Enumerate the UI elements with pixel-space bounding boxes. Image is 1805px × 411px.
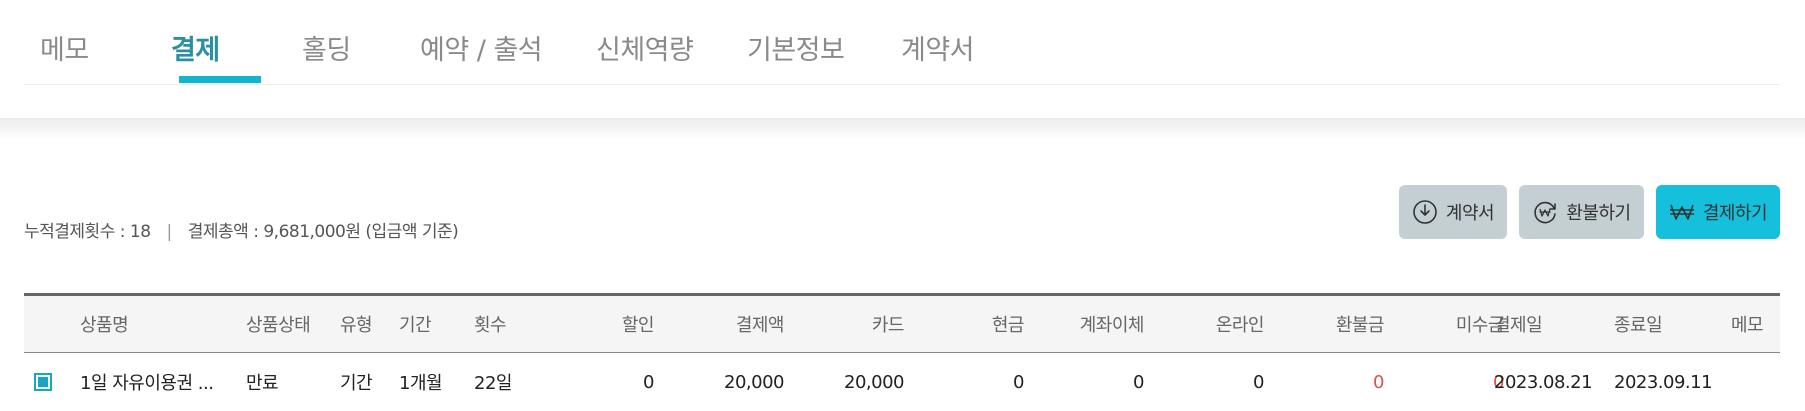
cell-online: 0 bbox=[1253, 371, 1264, 393]
cell-type: 기간 bbox=[340, 373, 373, 394]
header-pay-date: 결제일 bbox=[1494, 315, 1543, 336]
header-product: 상품명 bbox=[80, 315, 129, 336]
payment-count: 누적결제횟수 : 18 bbox=[24, 222, 151, 242]
tab-contract[interactable]: 계약서 bbox=[901, 28, 975, 67]
cell-discount: 0 bbox=[643, 371, 654, 393]
table-row[interactable]: 1일 자유이용권 ... 만료 기간 1개월 22일 0 20,000 20,0… bbox=[24, 353, 1780, 411]
header-status: 상품상태 bbox=[246, 315, 311, 336]
tab-payment[interactable]: 결제 bbox=[171, 28, 220, 67]
header-discount: 할인 bbox=[621, 315, 655, 336]
header-card: 카드 bbox=[871, 315, 905, 336]
header-cash: 현금 bbox=[991, 315, 1025, 336]
cell-count: 22일 bbox=[474, 373, 512, 394]
cell-cash: 0 bbox=[1013, 371, 1024, 393]
cell-amount: 20,000 bbox=[724, 371, 784, 393]
cell-period: 1개월 bbox=[399, 373, 443, 394]
download-circle-icon bbox=[1413, 200, 1437, 224]
contract-button[interactable]: 계약서 bbox=[1399, 185, 1507, 239]
cell-product[interactable]: 1일 자유이용권 ... bbox=[80, 353, 214, 411]
payment-total: 결제총액 : 9,681,000원 (입금액 기준) bbox=[187, 222, 459, 242]
section-divider bbox=[0, 118, 1805, 140]
summary-separator: | bbox=[166, 222, 173, 242]
cell-status: 만료 bbox=[246, 373, 279, 394]
tab-holding[interactable]: 홀딩 bbox=[302, 28, 351, 67]
tab-reservation-attendance[interactable]: 예약 / 출석 bbox=[420, 28, 543, 67]
refund-circle-icon bbox=[1534, 201, 1557, 224]
header-online: 온라인 bbox=[1215, 315, 1265, 336]
contract-button-label: 계약서 bbox=[1445, 203, 1495, 224]
table-header: 상품명 상품상태 유형 기간 횟수 할인 결제액 카드 현금 계좌이체 온라인 … bbox=[24, 293, 1780, 353]
header-memo: 메모 bbox=[1731, 315, 1764, 336]
tab-physical-ability[interactable]: 신체역량 bbox=[596, 28, 694, 67]
row-checkbox-wrap bbox=[34, 353, 52, 411]
cell-end-date: 2023.09.11 bbox=[1614, 371, 1713, 393]
header-refund: 환불금 bbox=[1335, 315, 1385, 336]
tab-basic-info[interactable]: 기본정보 bbox=[747, 28, 845, 67]
checkbox-check-mark bbox=[38, 377, 48, 387]
header-transfer: 계좌이체 bbox=[1079, 315, 1145, 336]
header-unpaid: 미수금 bbox=[1455, 315, 1505, 336]
cell-card: 20,000 bbox=[844, 371, 904, 393]
payment-summary: 누적결제횟수 : 18 | 결제총액 : 9,681,000원 (입금액 기준) bbox=[24, 217, 459, 242]
won-icon bbox=[1669, 204, 1694, 220]
refund-button-label: 환불하기 bbox=[1566, 203, 1631, 224]
pay-button-label: 결제하기 bbox=[1702, 203, 1768, 224]
header-period: 기간 bbox=[399, 315, 432, 336]
cell-unpaid: 0 bbox=[1493, 371, 1504, 393]
row-checkbox[interactable] bbox=[34, 373, 52, 391]
cell-refund: 0 bbox=[1373, 371, 1384, 393]
cell-transfer: 0 bbox=[1133, 371, 1144, 393]
header-type: 유형 bbox=[340, 315, 373, 336]
payment-table: 상품명 상품상태 유형 기간 횟수 할인 결제액 카드 현금 계좌이체 온라인 … bbox=[24, 293, 1780, 411]
tab-memo[interactable]: 메모 bbox=[40, 28, 89, 67]
header-amount: 결제액 bbox=[735, 315, 785, 336]
header-count: 횟수 bbox=[474, 315, 507, 336]
cell-pay-date: 2023.08.21 bbox=[1494, 371, 1593, 393]
header-end-date: 종료일 bbox=[1614, 315, 1663, 336]
pay-button[interactable]: 결제하기 bbox=[1656, 185, 1780, 239]
active-tab-indicator bbox=[179, 76, 261, 83]
refund-button[interactable]: 환불하기 bbox=[1519, 185, 1644, 239]
tab-bar: 메모 결제 홀딩 예약 / 출석 신체역량 기본정보 계약서 bbox=[24, 0, 1780, 85]
